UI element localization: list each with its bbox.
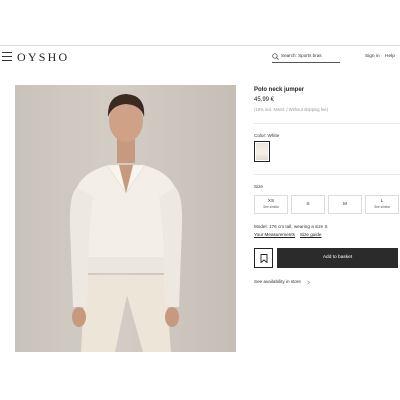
wishlist-button[interactable] bbox=[254, 248, 273, 268]
size-xs-button[interactable]: XS See similar bbox=[254, 195, 288, 214]
model-info: Model: 176 cm tall, wearing a size S bbox=[254, 224, 328, 229]
size-s-button[interactable]: S bbox=[291, 195, 325, 214]
see-similar-label: See similar bbox=[263, 205, 279, 209]
size-l-label: L bbox=[380, 199, 384, 204]
top-divider bbox=[0, 45, 400, 46]
add-to-basket-button[interactable]: Add to basket bbox=[277, 248, 398, 268]
divider bbox=[254, 123, 400, 124]
product-image[interactable] bbox=[15, 85, 236, 352]
help-link[interactable]: Help bbox=[385, 54, 395, 59]
size-xs-label: XS bbox=[267, 199, 275, 204]
search-icon bbox=[272, 53, 279, 60]
logo[interactable]: OYSHO bbox=[17, 50, 69, 65]
search-placeholder: Search: Sports bras bbox=[281, 53, 322, 58]
chevron-right-icon bbox=[307, 280, 311, 285]
size-guide-link[interactable]: Size guide bbox=[300, 232, 321, 237]
size-selector: XS See similar S M L See similar bbox=[254, 195, 400, 214]
menu-icon[interactable] bbox=[2, 52, 12, 61]
search-input[interactable]: Search: Sports bras bbox=[272, 51, 340, 63]
size-s-label: S bbox=[306, 202, 310, 207]
product-price: 45,99 € bbox=[254, 97, 275, 103]
product-title: Polo neck jumper bbox=[254, 87, 305, 93]
color-swatch-white[interactable] bbox=[254, 141, 270, 162]
site-header: OYSHO Search: Sports bras Sign in Help bbox=[0, 47, 400, 69]
size-m-button[interactable]: M bbox=[328, 195, 362, 214]
your-measurements-link[interactable]: Your Measurements bbox=[254, 232, 295, 237]
divider bbox=[254, 174, 400, 175]
see-similar-label: See similar bbox=[374, 205, 390, 209]
vat-note: (19% incl. MwSt. / Without shipping fee) bbox=[254, 107, 329, 112]
sign-in-link[interactable]: Sign in bbox=[365, 54, 380, 59]
model-illustration bbox=[69, 94, 183, 352]
color-label: Color: White bbox=[254, 133, 280, 138]
size-l-button[interactable]: L See similar bbox=[365, 195, 399, 214]
store-availability-link[interactable]: See availability in store bbox=[254, 279, 301, 284]
bookmark-icon bbox=[260, 254, 268, 263]
size-label: Size bbox=[254, 184, 263, 189]
size-m-label: M bbox=[343, 202, 347, 207]
